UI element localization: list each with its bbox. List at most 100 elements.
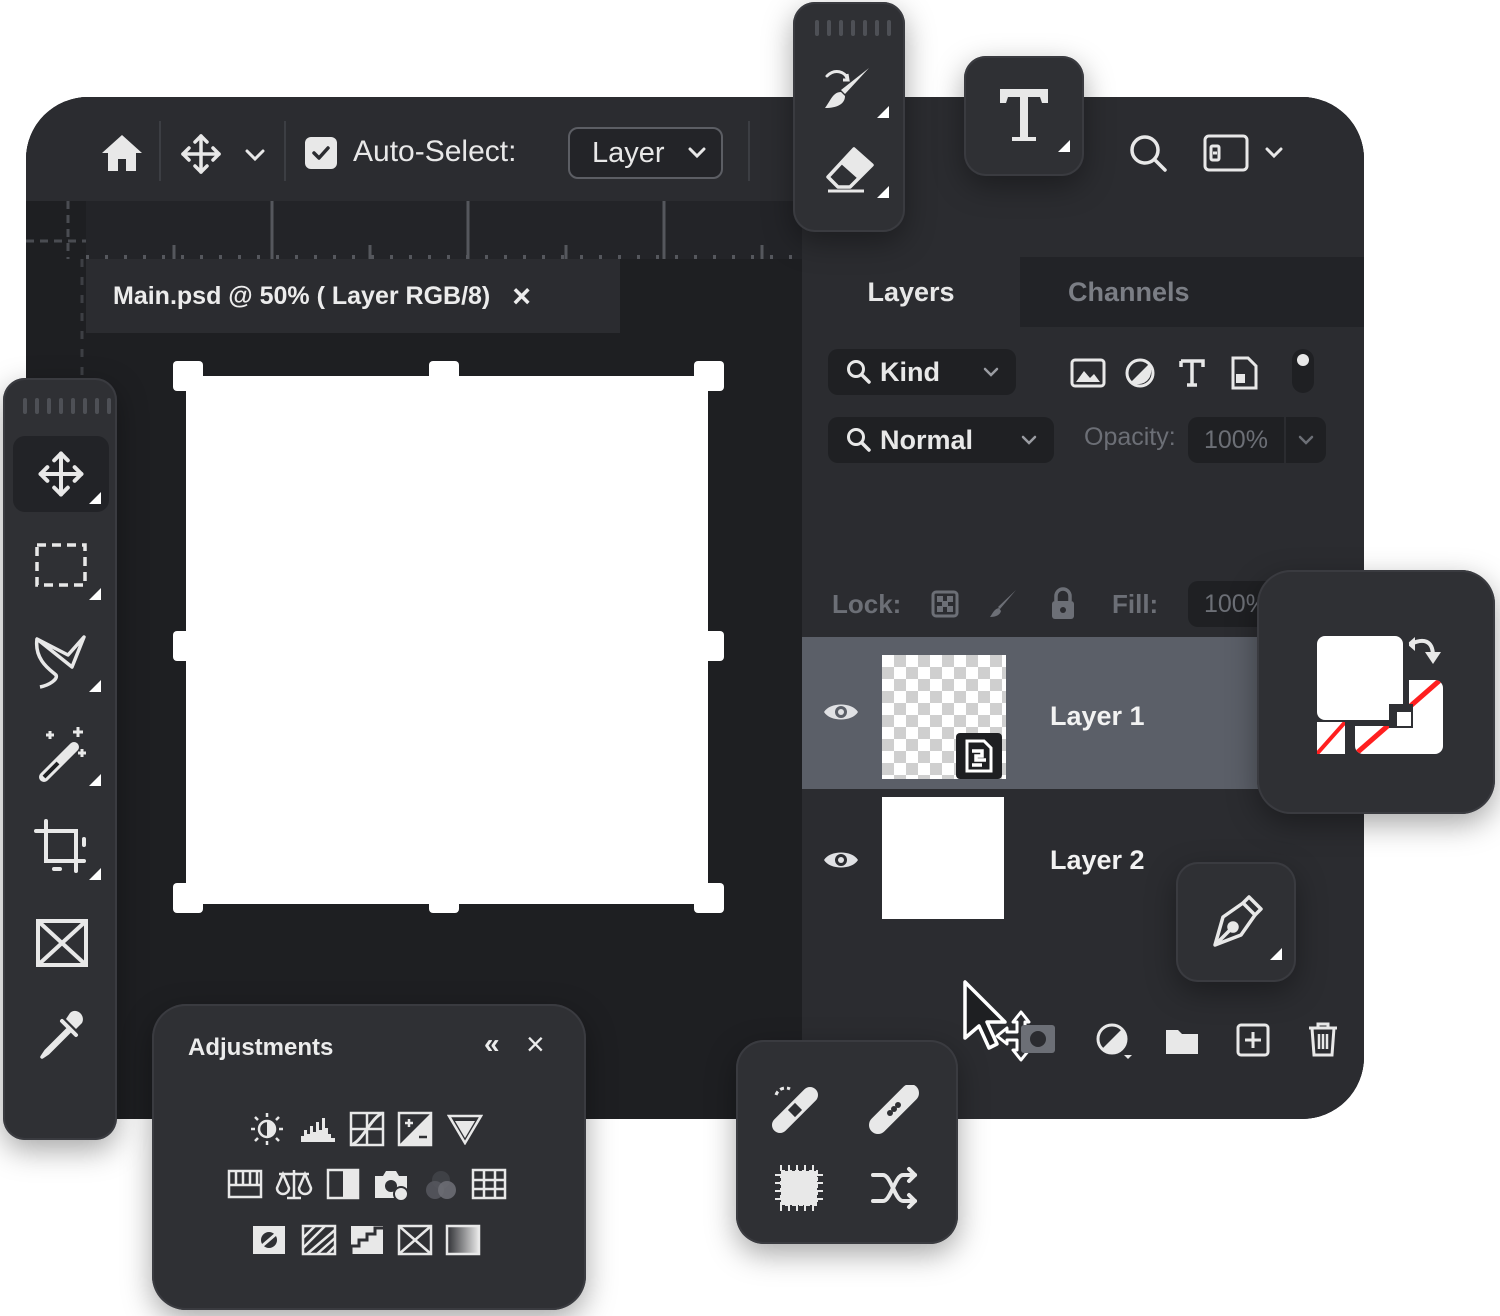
tool-flyout-indicator <box>89 680 101 692</box>
tool-flyout-indicator <box>89 774 101 786</box>
auto-select-dropdown[interactable]: Layer <box>568 127 723 179</box>
pen-tool-button[interactable] <box>1176 862 1296 982</box>
healing-brush-icon[interactable] <box>866 1084 926 1136</box>
posterize-icon[interactable] <box>300 1222 338 1258</box>
black-white-icon[interactable] <box>324 1166 362 1202</box>
horizontal-ruler <box>26 201 806 259</box>
marquee-tool-icon[interactable] <box>33 540 89 590</box>
document-canvas-area: Main.psd @ 50% ( Layer RGB/8) × <box>26 259 802 1119</box>
color-balance-icon[interactable] <box>274 1166 314 1202</box>
chevron-down-icon <box>688 147 706 159</box>
transform-handle[interactable] <box>429 361 459 391</box>
transform-handle[interactable] <box>173 883 203 913</box>
blend-mode-dropdown[interactable]: Normal <box>828 417 1054 463</box>
opacity-field[interactable]: 100% <box>1188 417 1326 463</box>
canvas[interactable] <box>186 376 708 904</box>
auto-select-dropdown-value: Layer <box>592 136 665 169</box>
smart-object-filter-icon[interactable] <box>1224 353 1264 393</box>
divider <box>159 121 161 181</box>
divider <box>284 121 286 181</box>
chevron-down-icon <box>1021 435 1037 445</box>
lock-all-icon[interactable] <box>1046 585 1080 623</box>
adjustment-layer-icon[interactable] <box>1092 1019 1136 1063</box>
auto-select-label: Auto-Select: <box>353 135 517 168</box>
brush-tool-icon[interactable] <box>821 64 875 118</box>
brightness-contrast-icon[interactable] <box>248 1110 286 1148</box>
lock-transparent-icon[interactable] <box>928 587 962 621</box>
auto-select-checkbox[interactable] <box>305 137 337 169</box>
filter-toggle[interactable] <box>1292 349 1314 393</box>
transform-handle[interactable] <box>173 631 203 661</box>
toolbar-grip[interactable] <box>815 20 891 36</box>
vibrance-icon[interactable] <box>446 1112 484 1146</box>
default-colors-icon[interactable] <box>1317 722 1345 754</box>
type-filter-icon[interactable] <box>1172 353 1212 393</box>
levels-icon[interactable] <box>298 1112 338 1146</box>
eraser-tool-icon[interactable] <box>823 144 877 194</box>
transform-handle[interactable] <box>429 883 459 913</box>
layer-name: Layer 2 <box>1050 845 1145 875</box>
frame-tool-icon[interactable] <box>33 916 91 970</box>
divider <box>748 121 750 181</box>
home-icon[interactable] <box>100 131 144 175</box>
crop-tool-icon[interactable] <box>33 818 89 876</box>
hue-saturation-icon[interactable] <box>226 1166 264 1202</box>
pixel-filter-icon[interactable] <box>1068 353 1108 393</box>
color-lookup-icon[interactable] <box>470 1166 508 1202</box>
visibility-eye-icon[interactable] <box>820 697 862 727</box>
move-tool-icon <box>35 448 87 500</box>
adjustments-panel: Adjustments « × <box>152 1004 586 1310</box>
color-swatches-button[interactable] <box>1257 570 1495 814</box>
transform-handle[interactable] <box>173 361 203 391</box>
adjustment-filter-icon[interactable] <box>1120 353 1160 393</box>
magic-wand-icon[interactable] <box>33 724 93 784</box>
tool-flyout-indicator <box>89 868 101 880</box>
swap-colors-icon[interactable] <box>1405 634 1445 668</box>
group-folder-icon[interactable] <box>1162 1023 1202 1059</box>
selective-color-icon[interactable] <box>396 1222 434 1258</box>
toolbar-grip[interactable] <box>23 398 111 414</box>
search-icon[interactable] <box>1126 131 1170 175</box>
gradient-map-icon[interactable] <box>444 1222 482 1258</box>
add-mask-icon[interactable] <box>1018 1021 1058 1057</box>
close-panel-icon[interactable]: × <box>526 1026 545 1063</box>
opacity-label: Opacity: <box>1084 423 1176 451</box>
kind-filter-value: Kind <box>880 356 940 387</box>
layer-name: Layer 1 <box>1050 701 1145 731</box>
transform-handle[interactable] <box>694 361 724 391</box>
move-tool[interactable] <box>13 436 109 512</box>
exposure-icon[interactable] <box>396 1110 434 1148</box>
new-layer-icon[interactable] <box>1234 1021 1272 1059</box>
chevron-down-icon[interactable] <box>1262 143 1286 163</box>
channel-mixer-icon[interactable] <box>422 1168 460 1202</box>
transform-handle[interactable] <box>694 883 724 913</box>
type-tool-button[interactable] <box>964 56 1084 176</box>
document-tab[interactable]: Main.psd @ 50% ( Layer RGB/8) × <box>86 259 620 333</box>
patch-tool-icon[interactable] <box>772 1162 826 1214</box>
tab-layers[interactable]: Layers <box>802 257 1020 327</box>
visibility-eye-icon[interactable] <box>820 845 862 875</box>
delete-layer-icon[interactable] <box>1304 1019 1342 1059</box>
tool-flyout-indicator <box>877 106 889 118</box>
photo-filter-icon[interactable] <box>372 1166 410 1204</box>
collapse-panel-icon[interactable]: « <box>484 1028 500 1060</box>
content-aware-move-icon[interactable] <box>868 1162 922 1214</box>
eyedropper-icon[interactable] <box>35 1006 91 1062</box>
lock-pixels-brush-icon[interactable] <box>984 585 1022 623</box>
workspace-icon[interactable] <box>1202 133 1250 173</box>
move-icon[interactable] <box>178 131 224 177</box>
chevron-down-icon <box>983 367 999 377</box>
document-tab-close-icon[interactable]: × <box>512 278 531 315</box>
transform-handle[interactable] <box>694 631 724 661</box>
spot-healing-icon[interactable] <box>770 1084 830 1136</box>
curves-icon[interactable] <box>348 1110 386 1148</box>
kind-filter-dropdown[interactable]: Kind <box>828 349 1016 395</box>
invert-icon[interactable] <box>250 1222 288 1258</box>
tab-channels[interactable]: Channels <box>1020 257 1364 327</box>
tab-layers-label: Layers <box>867 276 955 307</box>
threshold-icon[interactable] <box>348 1222 386 1258</box>
chevron-down-icon[interactable] <box>240 143 270 167</box>
chevron-down-icon <box>1298 435 1314 445</box>
lasso-tool-icon[interactable] <box>33 630 89 690</box>
tool-flyout-indicator <box>89 492 101 504</box>
